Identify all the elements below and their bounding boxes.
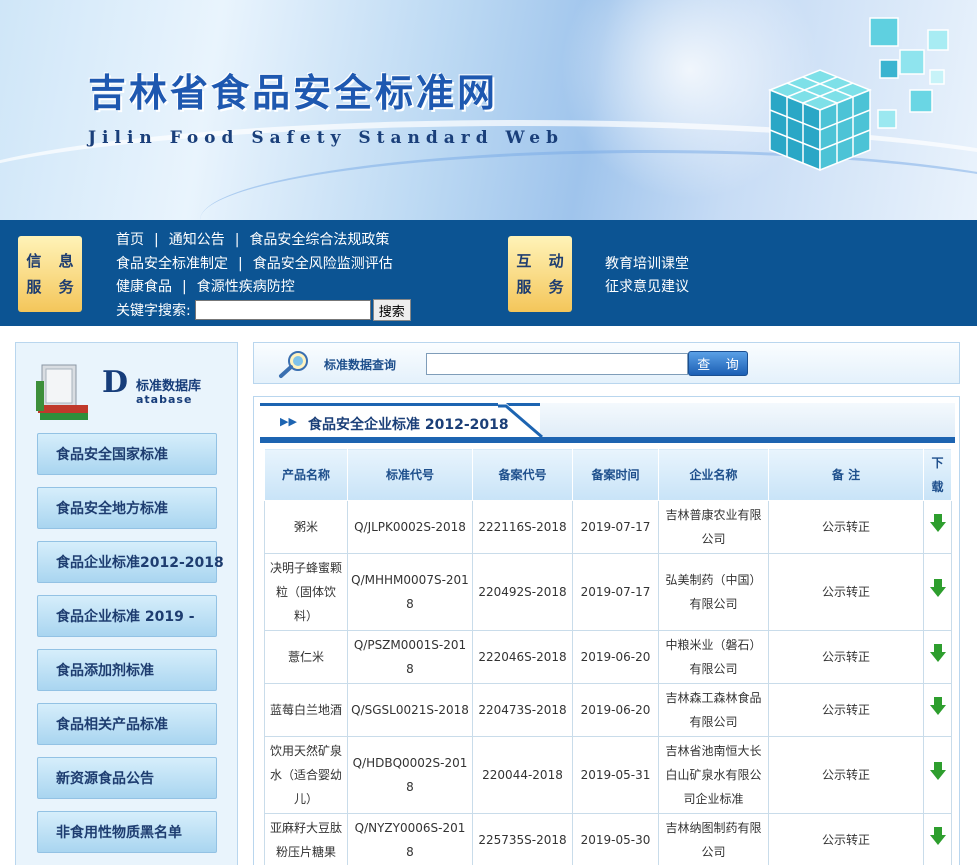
col-standard-code: 标准代号: [347, 448, 473, 501]
interact-service-badge: 互 动 服 务: [508, 236, 572, 312]
col-product-name: 产品名称: [264, 448, 348, 501]
download-icon[interactable]: [929, 643, 947, 663]
content-panel: ▶▶ 食品安全企业标准 2012-2018 产品名称 标准代号 备案代号 备案时…: [253, 396, 960, 865]
database-header: D 标准数据库 atabase: [36, 351, 216, 431]
standards-table: 产品名称 标准代号 备案代号 备案时间 企业名称 备 注 下载 粥米 Q/JLP…: [264, 448, 952, 865]
sidebar-item-blacklist[interactable]: 非食用性物质黑名单: [37, 811, 217, 853]
nav-row-3: 健康食品 | 食源性疾病防控: [116, 279, 295, 295]
nav-link-notices[interactable]: 通知公告: [169, 232, 225, 248]
col-filing-date: 备案时间: [572, 448, 659, 501]
nav-row-1: 首页 | 通知公告 | 食品安全综合法规政策: [116, 232, 390, 248]
col-company-name: 企业名称: [658, 448, 769, 501]
table-row: 饮用天然矿泉水（适合婴幼儿） Q/HDBQ0002S-2018 220044-2…: [264, 736, 952, 814]
sidebar-item-additive-standard[interactable]: 食品添加剂标准: [37, 649, 217, 691]
search-button[interactable]: 搜索: [372, 299, 411, 321]
table-row: 粥米 Q/JLPK0002S-2018 222116S-2018 2019-07…: [264, 500, 952, 554]
download-icon[interactable]: [929, 578, 947, 598]
site-subtitle: Jilin Food Safety Standard Web: [88, 128, 564, 148]
table-header-row: 产品名称 标准代号 备案代号 备案时间 企业名称 备 注 下载: [264, 448, 952, 501]
sidebar-item-enterprise-2012-2018[interactable]: 食品企业标准2012-2018: [37, 541, 224, 583]
nav-link-home[interactable]: 首页: [116, 232, 144, 248]
sidebar-item-enterprise-2019[interactable]: 食品企业标准 2019 -: [37, 595, 217, 637]
nav-row-2: 食品安全标准制定 | 食品安全风险监测评估: [116, 256, 393, 272]
table-row: 蓝莓白兰地酒 Q/SGSL0021S-2018 220473S-2018 201…: [264, 683, 952, 737]
info-service-badge: 信 息 服 务: [18, 236, 82, 312]
nav-link-regulations[interactable]: 食品安全综合法规政策: [249, 232, 389, 248]
books-icon: [36, 364, 88, 420]
standard-query-bar: 标准数据查询 查 询: [253, 342, 960, 384]
sidebar-item-new-resource-food[interactable]: 新资源食品公告: [37, 757, 217, 799]
table-row: 亚麻籽大豆肽粉压片糖果 Q/NYZY0006S-2018 225735S-201…: [264, 813, 952, 865]
keyword-search: 关键字搜索: 搜索: [116, 299, 411, 321]
col-download: 下载: [923, 448, 952, 501]
panel-header: ▶▶ 食品安全企业标准 2012-2018: [260, 403, 955, 443]
panel-title: 食品安全企业标准 2012-2018: [308, 417, 509, 433]
query-input[interactable]: [426, 353, 688, 375]
sidebar: D 标准数据库 atabase 食品安全国家标准 食品安全地方标准 食品企业标准…: [15, 342, 238, 865]
database-subtitle: atabase: [136, 393, 193, 406]
database-title: 标准数据库: [136, 379, 202, 394]
header-banner: 吉林省食品安全标准网 Jilin Food Safety Standard We…: [0, 0, 977, 220]
sidebar-item-local-standard[interactable]: 食品安全地方标准: [37, 487, 217, 529]
nav-link-training[interactable]: 教育培训课堂: [605, 253, 689, 273]
table-row: 薏仁米 Q/PSZM0001S-2018 222046S-2018 2019-0…: [264, 630, 952, 684]
magnifier-icon: [279, 351, 308, 378]
download-icon[interactable]: [929, 826, 947, 846]
nav-link-health-food[interactable]: 健康食品: [116, 279, 172, 295]
double-arrow-icon: ▶▶: [280, 415, 297, 428]
sidebar-item-national-standard[interactable]: 食品安全国家标准: [37, 433, 217, 475]
query-button[interactable]: 查 询: [688, 351, 748, 376]
nav-link-risk-monitoring[interactable]: 食品安全风险监测评估: [253, 256, 393, 272]
database-letter: D: [102, 365, 129, 400]
query-label: 标准数据查询: [324, 358, 397, 372]
nav-link-standard-making[interactable]: 食品安全标准制定: [116, 256, 228, 272]
download-icon[interactable]: [929, 696, 947, 716]
cube-logo-icon: [767, 17, 949, 172]
download-icon[interactable]: [929, 513, 947, 533]
nav-link-disease-control[interactable]: 食源性疾病防控: [197, 279, 295, 295]
sidebar-item-related-products[interactable]: 食品相关产品标准: [37, 703, 217, 745]
download-icon[interactable]: [929, 761, 947, 781]
col-remarks: 备 注: [768, 448, 924, 501]
col-filing-code: 备案代号: [472, 448, 573, 501]
nav-link-feedback[interactable]: 征求意见建议: [605, 276, 689, 296]
table-row: 决明子蜂蜜颗粒（固体饮料） Q/MHHM0007S-2018 220492S-2…: [264, 553, 952, 631]
search-label: 关键字搜索:: [116, 303, 191, 319]
site-title: 吉林省食品安全标准网: [88, 70, 499, 115]
keyword-search-input[interactable]: [194, 300, 371, 320]
